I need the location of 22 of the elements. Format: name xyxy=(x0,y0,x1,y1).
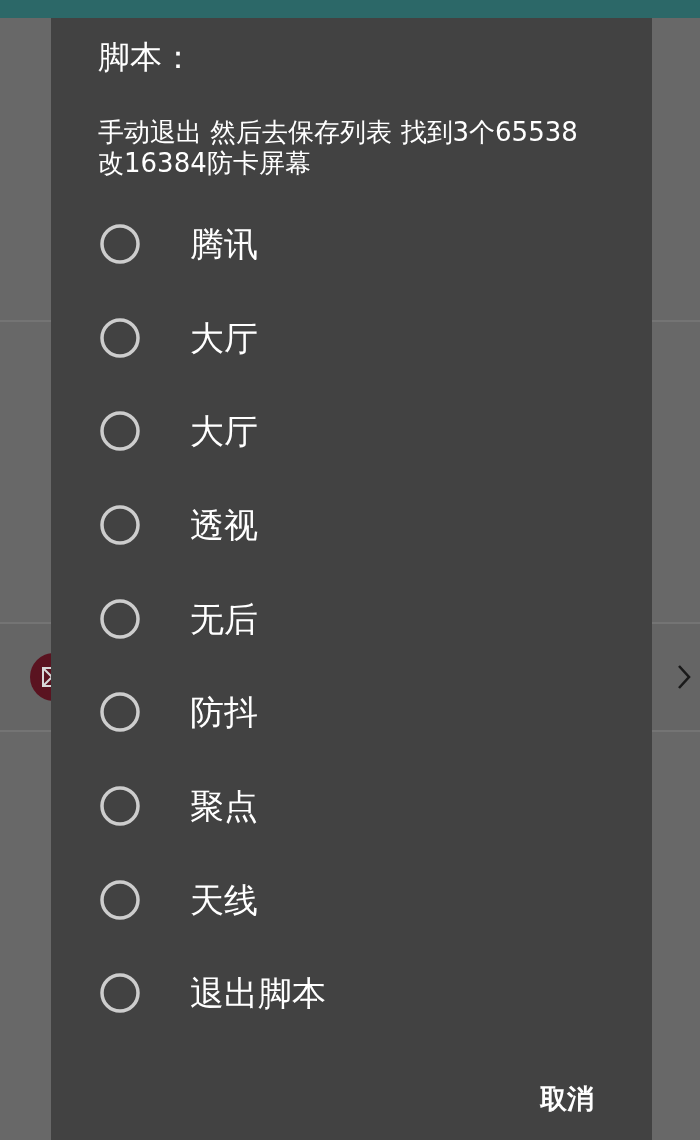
radio-button[interactable] xyxy=(100,692,140,733)
radio-button[interactable] xyxy=(100,504,140,545)
radio-button[interactable] xyxy=(100,879,140,920)
radio-option[interactable]: 防抖 xyxy=(100,690,258,735)
radio-option[interactable]: 退出脚本 xyxy=(100,971,326,1016)
radio-option[interactable]: 腾讯 xyxy=(100,221,258,266)
radio-button[interactable] xyxy=(100,598,140,639)
radio-option[interactable]: 大厅 xyxy=(100,315,258,360)
radio-button[interactable] xyxy=(100,223,140,264)
radio-button[interactable] xyxy=(100,785,140,826)
radio-option[interactable]: 透视 xyxy=(100,502,258,547)
radio-option[interactable]: 聚点 xyxy=(100,783,258,828)
radio-option[interactable]: 大厅 xyxy=(100,409,258,454)
chevron-right-icon[interactable] xyxy=(676,664,692,690)
cancel-button[interactable]: 取消 xyxy=(522,1073,612,1125)
dialog-title: 脚本： xyxy=(98,37,194,78)
radio-button[interactable] xyxy=(100,317,140,358)
radio-button[interactable] xyxy=(100,973,140,1014)
radio-button[interactable] xyxy=(100,411,140,452)
radio-option[interactable]: 无后 xyxy=(100,596,258,641)
radio-option[interactable]: 天线 xyxy=(100,877,258,922)
dialog-message: 手动退出 然后去保存列表 找到3个65538 改16384防卡屏幕 xyxy=(98,117,578,179)
